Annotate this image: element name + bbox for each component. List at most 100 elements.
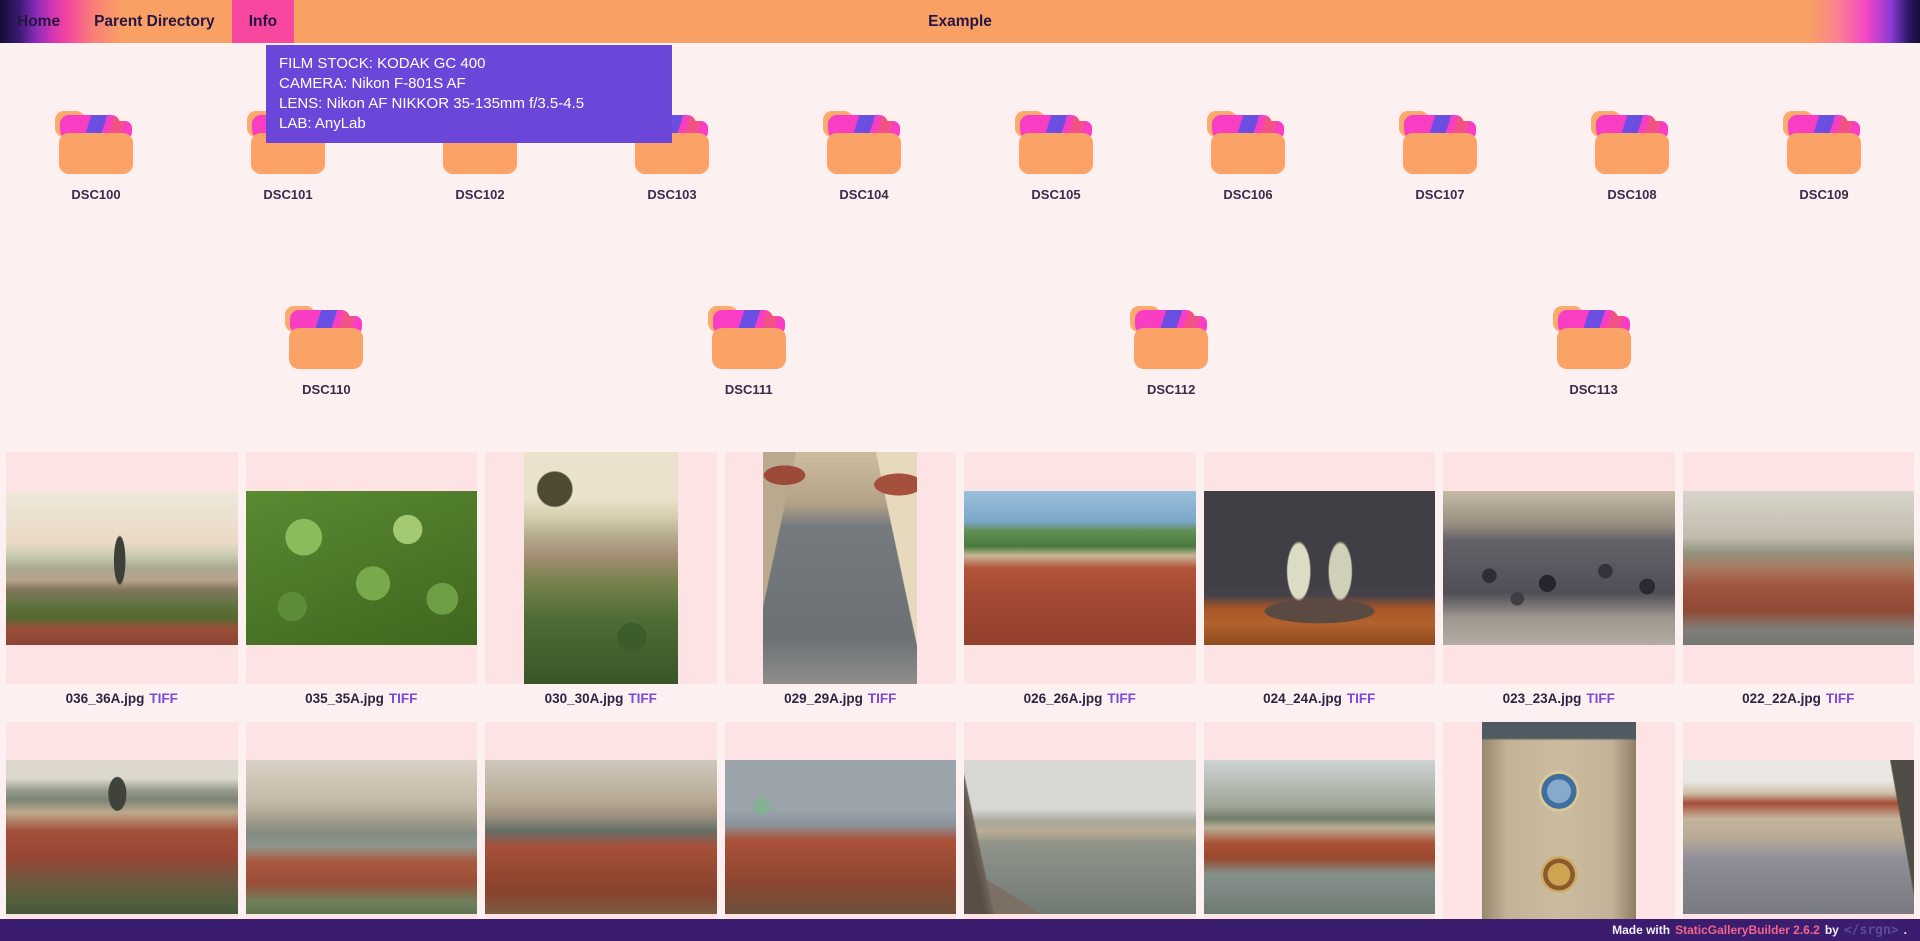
folder-icon	[820, 105, 908, 177]
folder-icon	[1127, 300, 1215, 372]
folder-label: DSC109	[1799, 187, 1848, 202]
photo-cell: 026_26A.jpg TIFF	[964, 452, 1196, 714]
photo-caption: 036_36A.jpg TIFF	[6, 684, 238, 714]
folder-item-dsc107[interactable]: DSC107	[1344, 105, 1536, 205]
tiff-link[interactable]: TIFF	[389, 691, 418, 706]
photo-card	[725, 452, 957, 684]
photo-thumbnail[interactable]	[1482, 722, 1636, 941]
photo-thumbnail[interactable]	[1443, 491, 1675, 645]
photo-thumbnail[interactable]	[1204, 760, 1436, 914]
photo-thumbnail[interactable]	[1683, 491, 1915, 645]
folder-label: DSC113	[1569, 382, 1617, 397]
photo-cell	[1683, 722, 1915, 941]
top-nav: Home Parent Directory Info Example	[0, 0, 1920, 43]
tiff-link[interactable]: TIFF	[1826, 691, 1855, 706]
folder-label: DSC103	[647, 187, 696, 202]
photo-thumbnail[interactable]	[1204, 491, 1436, 645]
folder-icon	[1204, 105, 1292, 177]
period-text: .	[1904, 923, 1907, 937]
tiff-link[interactable]: TIFF	[868, 691, 897, 706]
photo-thumbnail[interactable]	[246, 760, 478, 914]
footer: Made with StaticGalleryBuilder 2.6.2 by …	[0, 919, 1920, 941]
photo-card	[1683, 722, 1915, 941]
folder-item-dsc109[interactable]: DSC109	[1728, 105, 1920, 205]
photo-card	[6, 452, 238, 684]
photo-filename: 023_23A.jpg	[1503, 691, 1582, 706]
photo-grid: 036_36A.jpg TIFF 035_35A.jpg TIFF 030_30…	[0, 452, 1920, 941]
photo-card	[1443, 722, 1675, 941]
nav-link-parent-directory[interactable]: Parent Directory	[77, 0, 232, 43]
tiff-link[interactable]: TIFF	[628, 691, 657, 706]
folder-item-dsc113[interactable]: DSC113	[1498, 300, 1690, 400]
photo-cell	[1443, 722, 1675, 941]
photo-card	[964, 452, 1196, 684]
folder-label: DSC102	[455, 187, 504, 202]
page-title: Example	[928, 0, 992, 43]
photo-cell	[964, 722, 1196, 941]
folder-label: DSC112	[1147, 382, 1195, 397]
photo-caption: 035_35A.jpg TIFF	[246, 684, 478, 714]
folder-item-dsc108[interactable]: DSC108	[1536, 105, 1728, 205]
photo-thumbnail[interactable]	[725, 760, 957, 914]
folder-icon	[282, 300, 370, 372]
photo-filename: 035_35A.jpg	[305, 691, 384, 706]
photo-thumbnail[interactable]	[964, 491, 1196, 645]
folder-item-dsc104[interactable]: DSC104	[768, 105, 960, 205]
folder-icon	[1588, 105, 1676, 177]
photo-filename: 022_22A.jpg	[1742, 691, 1821, 706]
photo-card	[1204, 452, 1436, 684]
tiff-link[interactable]: TIFF	[1586, 691, 1615, 706]
photo-thumbnail[interactable]	[964, 760, 1196, 914]
folder-item-dsc100[interactable]: DSC100	[0, 105, 192, 205]
folder-item-dsc112[interactable]: DSC112	[1075, 300, 1267, 400]
photo-cell: 022_22A.jpg TIFF	[1683, 452, 1915, 714]
folder-icon	[705, 300, 793, 372]
folder-label: DSC110	[302, 382, 350, 397]
photo-thumbnail[interactable]	[6, 491, 238, 645]
photo-caption: 023_23A.jpg TIFF	[1443, 684, 1675, 714]
folder-label: DSC107	[1415, 187, 1464, 202]
folder-item-dsc106[interactable]: DSC106	[1152, 105, 1344, 205]
photo-filename: 024_24A.jpg	[1263, 691, 1342, 706]
folder-label: DSC104	[839, 187, 888, 202]
folder-item-dsc105[interactable]: DSC105	[960, 105, 1152, 205]
photo-card	[6, 722, 238, 941]
photo-thumbnail[interactable]	[524, 452, 678, 684]
photo-thumbnail[interactable]	[246, 491, 478, 645]
photo-card	[964, 722, 1196, 941]
photo-thumbnail[interactable]	[6, 760, 238, 914]
photo-filename: 026_26A.jpg	[1024, 691, 1103, 706]
folder-item-dsc111[interactable]: DSC111	[653, 300, 845, 400]
photo-cell	[6, 722, 238, 941]
photo-card	[725, 722, 957, 941]
photo-card	[1443, 452, 1675, 684]
nav-tab-info[interactable]: Info	[232, 0, 294, 43]
folder-label: DSC111	[725, 382, 773, 397]
photo-cell: 030_30A.jpg TIFF	[485, 452, 717, 714]
folder-item-dsc110[interactable]: DSC110	[230, 300, 422, 400]
photo-thumbnail[interactable]	[763, 452, 917, 684]
photo-caption: 030_30A.jpg TIFF	[485, 684, 717, 714]
made-with-text: Made with	[1612, 923, 1670, 937]
builder-link[interactable]: StaticGalleryBuilder 2.6.2	[1675, 923, 1820, 937]
photo-caption: 029_29A.jpg TIFF	[725, 684, 957, 714]
tiff-link[interactable]: TIFF	[1347, 691, 1376, 706]
nav-link-home[interactable]: Home	[0, 0, 77, 43]
photo-caption: 022_22A.jpg TIFF	[1683, 684, 1915, 714]
folder-label: DSC106	[1223, 187, 1272, 202]
folder-icon	[1396, 105, 1484, 177]
srgn-logo[interactable]: </srgn>	[1844, 923, 1899, 938]
photo-card	[485, 452, 717, 684]
tiff-link[interactable]: TIFF	[149, 691, 178, 706]
tiff-link[interactable]: TIFF	[1107, 691, 1136, 706]
photo-card	[485, 722, 717, 941]
photo-caption: 026_26A.jpg TIFF	[964, 684, 1196, 714]
photo-thumbnail[interactable]	[1683, 760, 1915, 914]
tooltip-line-film-stock: FILM STOCK: KODAK GC 400	[279, 54, 659, 74]
photo-card	[1683, 452, 1915, 684]
photo-cell: 023_23A.jpg TIFF	[1443, 452, 1675, 714]
photo-thumbnail[interactable]	[485, 760, 717, 914]
photo-card	[246, 722, 478, 941]
tooltip-line-lens: LENS: Nikon AF NIKKOR 35-135mm f/3.5-4.5	[279, 94, 659, 114]
photo-cell: 024_24A.jpg TIFF	[1204, 452, 1436, 714]
